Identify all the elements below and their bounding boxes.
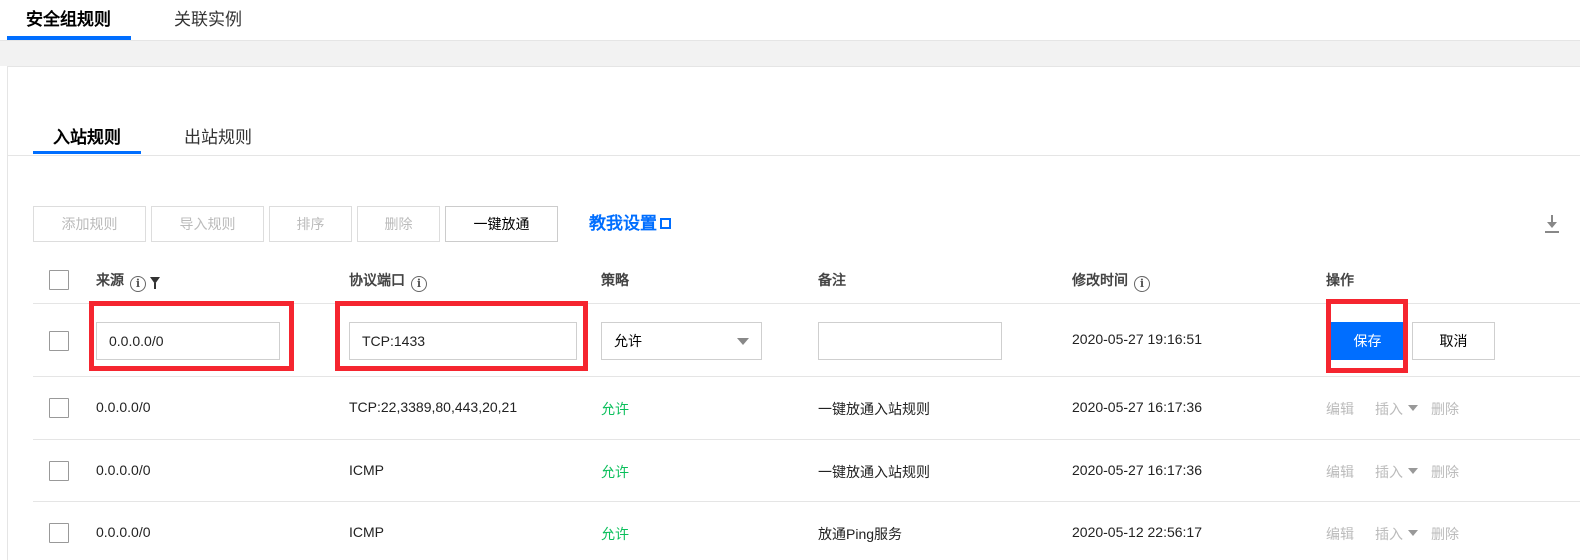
info-circle-icon[interactable]: i xyxy=(130,276,146,292)
header-protocol-port-label: 协议端口 xyxy=(349,272,405,288)
row-source: 0.0.0.0/0 xyxy=(96,399,151,415)
row-checkbox[interactable] xyxy=(49,461,69,481)
row-checkbox[interactable] xyxy=(49,398,69,418)
rules-card: 入站规则 出站规则 添加规则 导入规则 排序 删除 一键放通 教我设置 来源 i … xyxy=(7,66,1580,560)
active-inner-tab-indicator xyxy=(33,151,141,154)
info-circle-icon[interactable]: i xyxy=(1134,276,1150,292)
info-circle-icon[interactable]: i xyxy=(411,276,427,292)
tab-associated-instances[interactable]: 关联实例 xyxy=(174,0,242,40)
protocol-port-input[interactable]: TCP:1433 xyxy=(349,322,577,360)
policy-select[interactable]: 允许 xyxy=(601,322,762,360)
row-remark: 一键放通入站规则 xyxy=(818,464,930,480)
page-background-band xyxy=(0,41,1580,66)
row-insert-link[interactable]: 插入 xyxy=(1375,524,1418,544)
table-row: 0.0.0.0/0 ICMP 允许 一键放通入站规则 2020-05-27 16… xyxy=(33,440,1580,502)
row-protocol-port: ICMP xyxy=(349,524,384,540)
tab-security-group-rules[interactable]: 安全组规则 xyxy=(26,0,111,40)
header-source-label: 来源 xyxy=(96,272,124,288)
row-protocol-port: TCP:22,3389,80,443,20,21 xyxy=(349,399,518,415)
row-insert-label: 插入 xyxy=(1375,526,1403,542)
table-row: 0.0.0.0/0 ICMP 允许 放通Ping服务 2020-05-12 22… xyxy=(33,502,1580,560)
tab-outbound-rules[interactable]: 出站规则 xyxy=(184,123,252,147)
table-row: 0.0.0.0/0 TCP:22,3389,80,443,20,21 允许 一键… xyxy=(33,377,1580,440)
row-checkbox[interactable] xyxy=(49,523,69,543)
chevron-down-icon xyxy=(737,338,749,345)
add-rule-button[interactable]: 添加规则 xyxy=(33,206,146,242)
row-source: 0.0.0.0/0 xyxy=(96,462,151,478)
header-source: 来源 i xyxy=(96,270,160,292)
table-header-row: 来源 i 协议端口 i 策略 备注 修改时间 i 操作 xyxy=(33,257,1580,304)
row-edit-link[interactable]: 编辑 xyxy=(1326,462,1354,482)
row-modified-time: 2020-05-12 22:56:17 xyxy=(1072,524,1202,540)
header-actions: 操作 xyxy=(1326,272,1354,288)
row-remark: 一键放通入站规则 xyxy=(818,401,930,417)
help-setup-label: 教我设置 xyxy=(589,214,657,233)
save-button[interactable]: 保存 xyxy=(1327,322,1408,360)
row-edit-link[interactable]: 编辑 xyxy=(1326,524,1354,544)
table-row-editing: 0.0.0.0/0 TCP:1433 允许 2020-05-27 19:16:5… xyxy=(33,304,1580,377)
row-policy: 允许 xyxy=(601,401,629,417)
header-modified-time: 修改时间 i xyxy=(1072,270,1150,292)
chevron-down-icon xyxy=(1408,468,1418,474)
row-protocol-port: ICMP xyxy=(349,462,384,478)
modified-time: 2020-05-27 19:16:51 xyxy=(1072,331,1202,347)
delete-button[interactable]: 删除 xyxy=(357,206,440,242)
row-insert-label: 插入 xyxy=(1375,401,1403,417)
import-rule-button[interactable]: 导入规则 xyxy=(151,206,264,242)
row-policy: 允许 xyxy=(601,526,629,542)
row-insert-label: 插入 xyxy=(1375,464,1403,480)
source-input[interactable]: 0.0.0.0/0 xyxy=(96,322,280,360)
row-modified-time: 2020-05-27 16:17:36 xyxy=(1072,399,1202,415)
sort-button[interactable]: 排序 xyxy=(269,206,352,242)
row-remark: 放通Ping服务 xyxy=(818,526,903,542)
select-all-checkbox[interactable] xyxy=(49,270,69,290)
row-insert-link[interactable]: 插入 xyxy=(1375,399,1418,419)
active-tab-indicator xyxy=(7,36,131,40)
row-source: 0.0.0.0/0 xyxy=(96,524,151,540)
row-delete-link[interactable]: 删除 xyxy=(1431,524,1459,544)
download-icon[interactable] xyxy=(1544,213,1560,235)
one-click-allow-button[interactable]: 一键放通 xyxy=(445,206,558,242)
chevron-down-icon xyxy=(1408,530,1418,536)
header-protocol-port: 协议端口 i xyxy=(349,270,427,292)
row-policy: 允许 xyxy=(601,464,629,480)
row-checkbox[interactable] xyxy=(49,331,69,351)
chevron-down-icon xyxy=(1408,405,1418,411)
tab-inbound-rules[interactable]: 入站规则 xyxy=(53,123,121,147)
row-modified-time: 2020-05-27 16:17:36 xyxy=(1072,462,1202,478)
top-tab-bar: 安全组规则 关联实例 xyxy=(0,0,1580,41)
external-link-icon xyxy=(660,218,671,229)
help-setup-link[interactable]: 教我设置 xyxy=(589,211,671,237)
row-insert-link[interactable]: 插入 xyxy=(1375,462,1418,482)
policy-select-value: 允许 xyxy=(614,333,642,349)
cancel-button[interactable]: 取消 xyxy=(1412,322,1495,360)
header-remark: 备注 xyxy=(818,272,846,288)
row-delete-link[interactable]: 删除 xyxy=(1431,399,1459,419)
header-modified-time-label: 修改时间 xyxy=(1072,272,1128,288)
direction-tab-bar: 入站规则 出站规则 xyxy=(8,67,1580,156)
header-policy: 策略 xyxy=(601,272,629,288)
row-delete-link[interactable]: 删除 xyxy=(1431,462,1459,482)
remark-input[interactable] xyxy=(818,322,1002,360)
row-edit-link[interactable]: 编辑 xyxy=(1326,399,1354,419)
filter-icon[interactable] xyxy=(150,277,160,289)
